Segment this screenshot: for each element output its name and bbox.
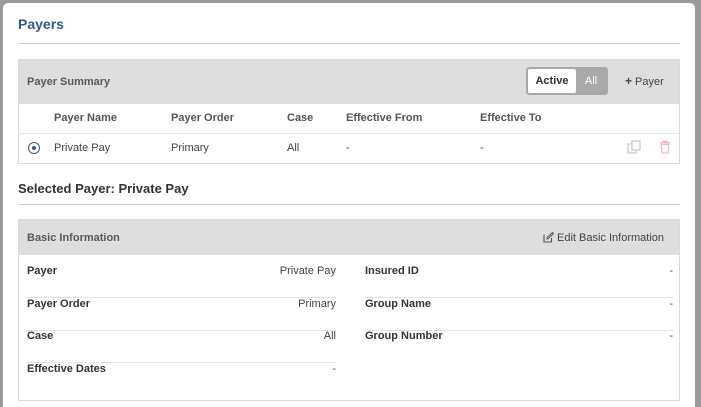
info-row-group-name: Group Name - [365, 298, 673, 331]
cell-payer-order: Primary [171, 142, 209, 154]
edit-icon [543, 231, 555, 243]
cell-effective-from: - [346, 142, 350, 154]
payer-summary-panel: Payer Summary Active All + Payer Payer Na… [18, 59, 680, 164]
info-row-payer: Payer Private Pay [27, 265, 336, 298]
trash-icon[interactable] [658, 140, 672, 154]
info-value-effective-dates: - [332, 363, 336, 375]
payers-card: Payers Payer Summary Active All + Payer P… [3, 3, 695, 407]
info-value-payer: Private Pay [279, 265, 336, 277]
basic-information-panel: Basic Information Edit Basic Information… [18, 219, 680, 401]
column-header-effective-to[interactable]: Effective To [480, 112, 542, 124]
info-value-group-number: - [669, 330, 673, 342]
info-row-effective-dates: Effective Dates - [27, 363, 336, 396]
info-label-group-number: Group Number [365, 330, 443, 342]
column-header-case[interactable]: Case [287, 112, 313, 124]
info-label-insured-id: Insured ID [365, 265, 419, 277]
active-toggle-button[interactable]: Active [528, 69, 576, 93]
info-label-payer-order: Payer Order [27, 298, 90, 310]
info-value-insured-id: - [669, 265, 673, 277]
payer-summary-title: Payer Summary [27, 76, 111, 88]
copy-icon[interactable] [627, 140, 641, 154]
add-payer-button[interactable]: + Payer [625, 74, 664, 88]
active-all-toggle: Active All [526, 67, 608, 95]
basic-information-title: Basic Information [27, 232, 120, 244]
info-label-case: Case [27, 330, 54, 342]
table-header-divider [19, 133, 679, 134]
info-row-insured-id: Insured ID - [365, 265, 673, 298]
cell-payer-name: Private Pay [54, 142, 111, 154]
info-row-group-number: Group Number - [365, 330, 673, 363]
info-label-effective-dates: Effective Dates [27, 363, 106, 375]
plus-icon: + [625, 74, 633, 88]
payer-summary-header: Payer Summary Active All + Payer [19, 60, 679, 104]
all-toggle-button[interactable]: All [576, 69, 606, 93]
info-label-group-name: Group Name [365, 298, 432, 310]
page-title: Payers [18, 16, 64, 32]
column-header-payer-name[interactable]: Payer Name [54, 112, 117, 124]
info-row-case: Case All [27, 330, 336, 363]
info-value-group-name: - [669, 298, 673, 310]
selected-payer-divider [18, 204, 680, 205]
radio-selected-icon[interactable] [28, 142, 40, 154]
info-label-payer: Payer [27, 265, 57, 277]
edit-basic-information-label: Edit Basic Information [557, 232, 664, 244]
cell-effective-to: - [480, 142, 484, 154]
title-divider [18, 43, 680, 44]
column-header-payer-order[interactable]: Payer Order [171, 112, 234, 124]
info-value-payer-order: Primary [298, 298, 336, 310]
info-value-case: All [323, 330, 336, 342]
cell-case: All [287, 142, 300, 154]
edit-basic-information-button[interactable]: Edit Basic Information [543, 231, 664, 244]
info-row-payer-order: Payer Order Primary [27, 298, 336, 331]
add-payer-label: Payer [635, 76, 664, 88]
basic-information-header: Basic Information Edit Basic Information [19, 220, 679, 255]
column-header-effective-from[interactable]: Effective From [346, 112, 422, 124]
selected-payer-title: Selected Payer: Private Pay [18, 181, 189, 196]
